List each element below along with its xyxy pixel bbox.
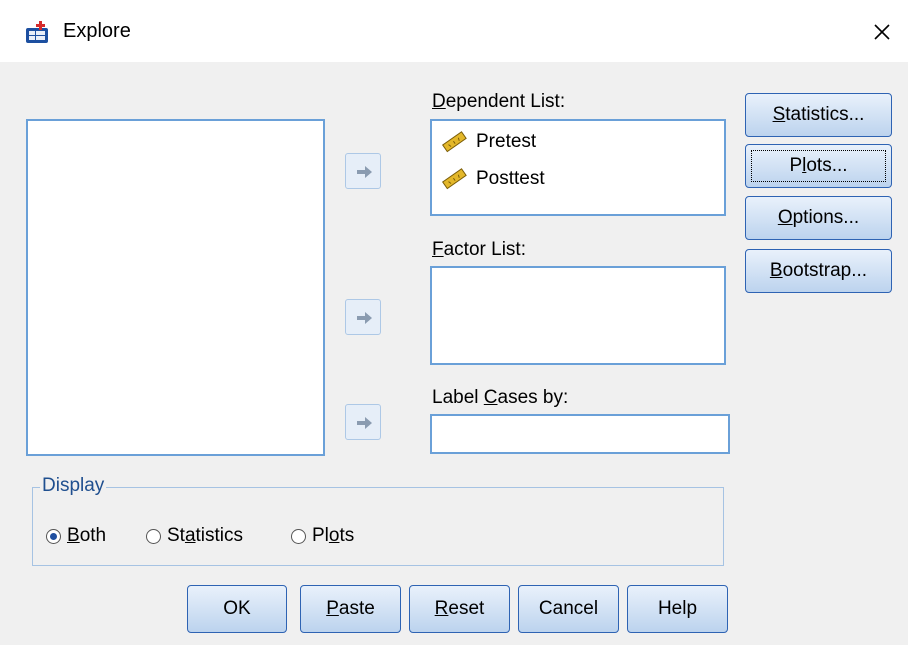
- scale-variable-icon: [441, 168, 467, 190]
- radio-label: Statistics: [167, 525, 244, 546]
- factor-list[interactable]: [430, 266, 726, 365]
- move-to-dependent-list-button[interactable]: [345, 153, 381, 189]
- display-group: [32, 487, 724, 566]
- display-both-radio[interactable]: Both: [46, 525, 106, 547]
- source-variable-list[interactable]: [26, 119, 325, 456]
- radio-label: Plots: [312, 525, 355, 546]
- display-statistics-radio[interactable]: Statistics: [146, 525, 243, 547]
- list-item-pretest[interactable]: Pretest: [440, 127, 536, 157]
- move-to-factor-list-button[interactable]: [345, 299, 381, 335]
- list-item-posttest[interactable]: Posttest: [440, 164, 545, 194]
- dependent-list[interactable]: Pretest Posttest: [430, 119, 726, 216]
- window-title: Explore: [63, 20, 131, 42]
- help-button[interactable]: Help: [627, 585, 728, 633]
- plots-button[interactable]: Plots...: [745, 144, 892, 188]
- statistics-button[interactable]: Statistics...: [745, 93, 892, 137]
- radio-label: Both: [67, 525, 107, 546]
- display-plots-radio[interactable]: Plots: [291, 525, 354, 547]
- label-cases-label: Label Cases by:: [432, 387, 569, 408]
- bootstrap-button[interactable]: Bootstrap...: [745, 249, 892, 293]
- right-arrow-icon: [357, 166, 372, 178]
- reset-button[interactable]: Reset: [409, 585, 510, 633]
- radio-circle: [46, 528, 61, 544]
- radio-circle: [146, 528, 161, 544]
- right-arrow-icon: [357, 312, 372, 324]
- close-icon[interactable]: [866, 16, 898, 48]
- radio-circle: [291, 528, 306, 544]
- move-to-label-cases-button[interactable]: [345, 404, 381, 440]
- cancel-button[interactable]: Cancel: [518, 585, 619, 633]
- ok-button[interactable]: OK: [187, 585, 287, 633]
- options-button[interactable]: Options...: [745, 196, 892, 240]
- dependent-list-label: Dependent List:: [432, 91, 566, 112]
- factor-list-label: Factor List:: [432, 239, 526, 260]
- paste-button[interactable]: Paste: [300, 585, 401, 633]
- scale-variable-icon: [441, 131, 467, 153]
- radio-selected-dot: [50, 532, 57, 540]
- explore-app-icon: [26, 21, 48, 43]
- label-cases-field[interactable]: [430, 414, 730, 454]
- display-group-label: Display: [40, 475, 107, 497]
- title-bar: Explore: [0, 0, 908, 62]
- right-arrow-icon: [357, 417, 372, 429]
